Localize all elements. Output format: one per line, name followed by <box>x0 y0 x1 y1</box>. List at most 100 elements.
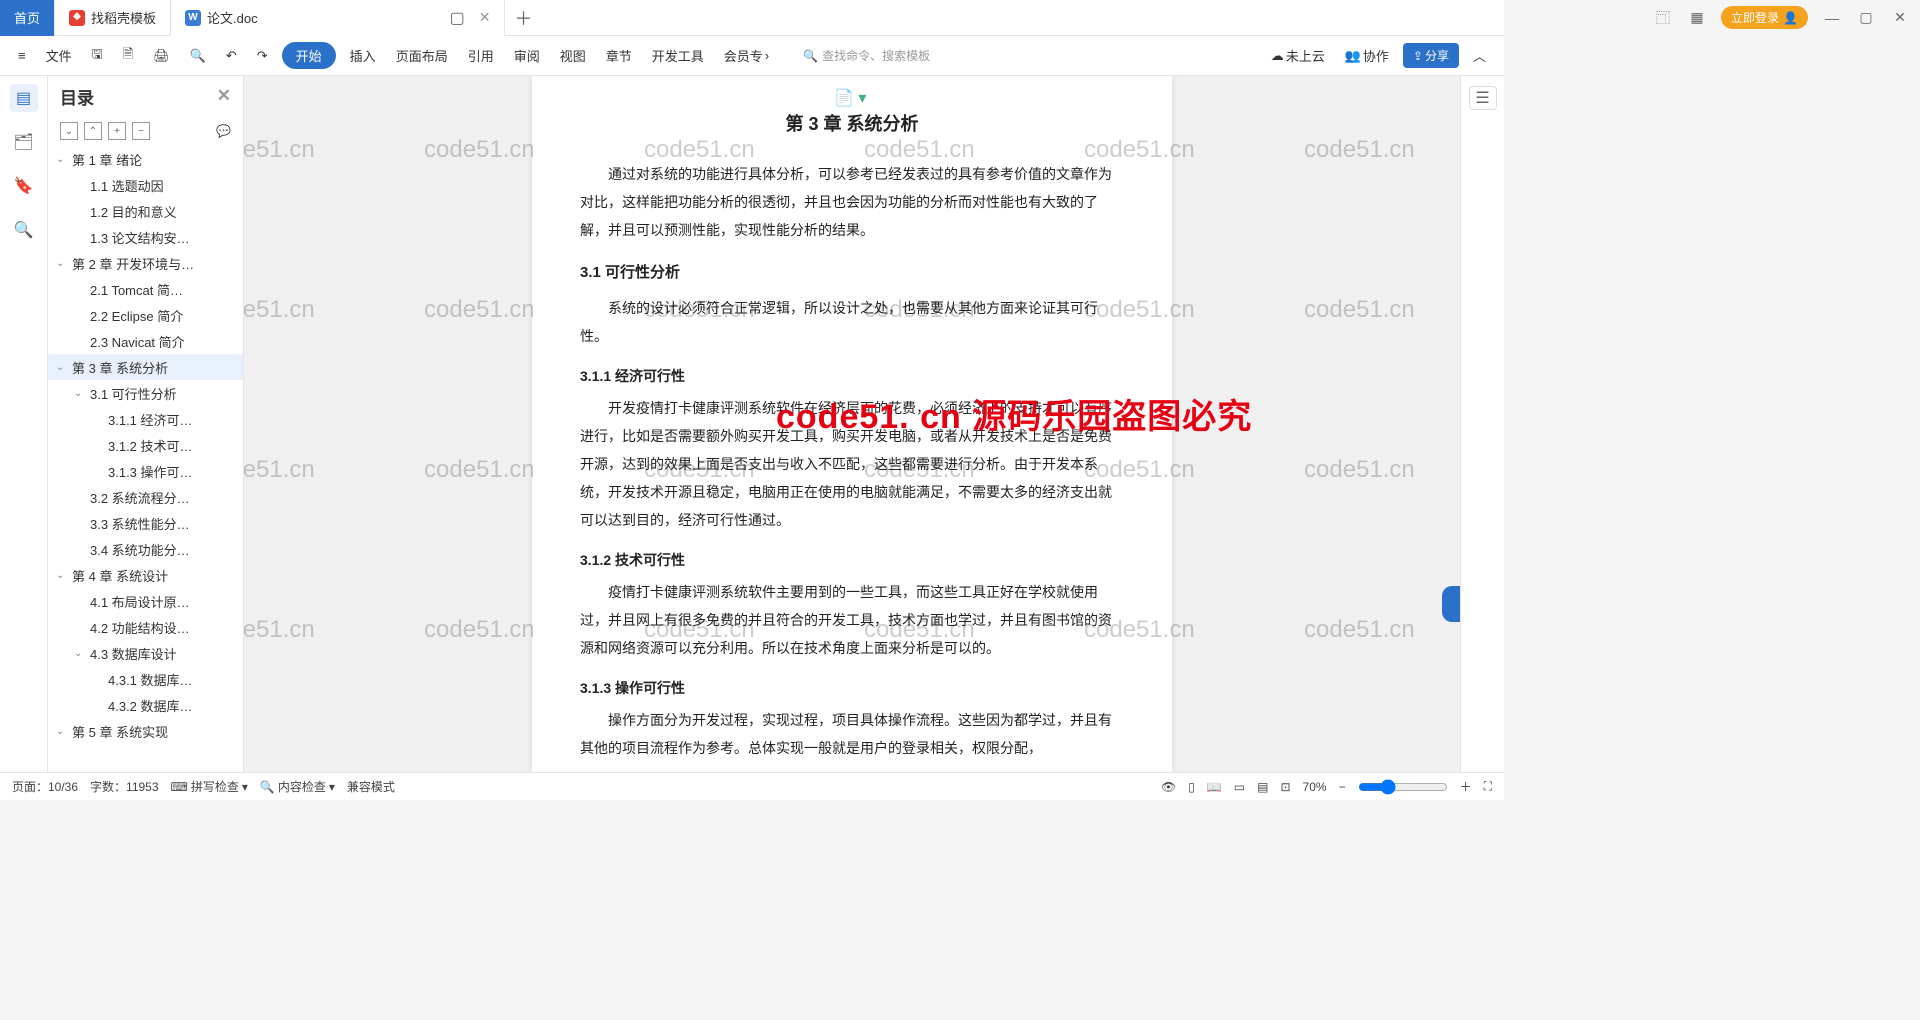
page-indicator[interactable]: 页面：10/36 <box>12 778 78 795</box>
outline-item[interactable]: 4.1 布局设计原… <box>48 588 243 614</box>
preview-icon[interactable]: 🔍 <box>184 44 212 68</box>
outline-item[interactable]: ⌄第 5 章 系统实现 <box>48 718 243 744</box>
zoom-slider[interactable] <box>1358 779 1448 795</box>
view-eye-icon[interactable]: 👁 <box>1161 780 1176 794</box>
outline-item[interactable]: 3.1.2 技术可… <box>48 432 243 458</box>
tab-ref[interactable]: 引用 <box>462 42 500 69</box>
redo-icon[interactable]: ↷ <box>251 44 274 68</box>
collapse-ribbon-icon[interactable]: ︿ <box>1467 42 1492 69</box>
doc-icon: W <box>185 10 201 26</box>
page-marker-icon: 📄 ▾ <box>834 88 866 108</box>
chapter-heading: 第 3 章 系统分析 <box>580 106 1124 142</box>
outline-rail-icon[interactable]: ▤ <box>10 84 38 112</box>
expand-all-icon[interactable]: ⌃ <box>84 122 102 140</box>
fullscreen-icon[interactable]: ⛶ <box>1484 779 1492 794</box>
tab-document[interactable]: W 论文.doc ▢ ✕ <box>171 0 505 36</box>
outline-item[interactable]: 2.1 Tomcat 简… <box>48 276 243 302</box>
share-button[interactable]: ⇪ 分享 <box>1403 43 1459 68</box>
view-book-icon[interactable]: 📖 <box>1207 780 1222 794</box>
outline-item[interactable]: 2.2 Eclipse 简介 <box>48 302 243 328</box>
minimize-icon[interactable]: — <box>1822 8 1842 28</box>
tab-member[interactable]: 会员专 › <box>718 42 775 69</box>
remove-node-icon[interactable]: − <box>132 122 150 140</box>
clip-rail-icon[interactable]: 🗂 <box>10 128 38 156</box>
print-icon[interactable]: 🖨 <box>147 44 176 68</box>
outline-item[interactable]: 1.1 选题动因 <box>48 172 243 198</box>
template-icon: ❖ <box>69 10 85 26</box>
outline-item[interactable]: ⌄第 4 章 系统设计 <box>48 562 243 588</box>
login-button[interactable]: 立即登录 👤 <box>1721 6 1808 29</box>
title-bar: 首页 ❖ 找稻壳模板 W 论文.doc ▢ ✕ ＋ ⿹ ▦ 立即登录 👤 — ▢… <box>0 0 1504 36</box>
zoom-fit-icon[interactable]: ⊡ <box>1280 780 1290 794</box>
outline-panel: 目录 ✕ ⌄ ⌃ + − 💬 ⌄第 1 章 绪论1.1 选题动因1.2 目的和意… <box>48 76 244 772</box>
section-heading: 3.1 可行性分析 <box>580 258 1124 288</box>
add-node-icon[interactable]: + <box>108 122 126 140</box>
outline-item[interactable]: 1.2 目的和意义 <box>48 198 243 224</box>
close-outline-icon[interactable]: ✕ <box>217 86 231 106</box>
body-text: 系统的设计必须符合正常逻辑，所以设计之处，也需要从其他方面来论证其可行性。 <box>580 294 1124 350</box>
command-search[interactable]: 🔍 查找命令、搜索模板 <box>803 47 930 64</box>
body-text: 操作方面分为开发过程，实现过程，项目具体操作流程。这些因为都学过，并且有其他的项… <box>580 706 1124 762</box>
tab-home[interactable]: 首页 <box>0 0 55 36</box>
outline-item[interactable]: 4.2 功能结构设… <box>48 614 243 640</box>
menu-icon[interactable]: ≡ <box>12 44 32 67</box>
document-workspace[interactable]: 📄 ▾ 第 3 章 系统分析 通过对系统的功能进行具体分析，可以参考已经发表过的… <box>244 76 1460 772</box>
outline-item[interactable]: ⌄第 1 章 绪论 <box>48 146 243 172</box>
collapse-all-icon[interactable]: ⌄ <box>60 122 78 140</box>
ribbon-bar: ≡ 文件 🖫 🗎 🖨 🔍 ↶ ↷ 开始 插入 页面布局 引用 审阅 视图 章节 … <box>0 36 1504 76</box>
save-icon[interactable]: 🖫 <box>86 41 109 71</box>
file-menu[interactable]: 文件 <box>40 42 78 69</box>
compat-mode[interactable]: 兼容模式 <box>347 778 395 795</box>
outline-item[interactable]: ⌄3.1 可行性分析 <box>48 380 243 406</box>
tab-layout[interactable]: 页面布局 <box>390 42 454 69</box>
tab-insert[interactable]: 插入 <box>344 42 382 69</box>
coop-button[interactable]: 👥 协作 <box>1339 42 1395 69</box>
tab-label: 找稻壳模板 <box>91 8 156 27</box>
close-tab-icon[interactable]: ✕ <box>479 9 491 26</box>
outline-item[interactable]: 2.3 Navicat 简介 <box>48 328 243 354</box>
tab-review[interactable]: 审阅 <box>508 42 546 69</box>
apps-icon[interactable]: ▦ <box>1687 8 1707 28</box>
zoom-level[interactable]: 70% <box>1303 780 1327 794</box>
maximize-icon[interactable]: ▢ <box>1856 8 1876 28</box>
outline-item[interactable]: 1.3 论文结构安… <box>48 224 243 250</box>
bookmark-rail-icon[interactable]: 🔖 <box>10 172 38 200</box>
search-rail-icon[interactable]: 🔍 <box>10 216 38 244</box>
tab-view[interactable]: 视图 <box>554 42 592 69</box>
zoom-out-icon[interactable]: − <box>1339 780 1346 794</box>
close-window-icon[interactable]: ✕ <box>1890 8 1910 28</box>
outline-item[interactable]: 3.4 系统功能分… <box>48 536 243 562</box>
outline-item[interactable]: 3.2 系统流程分… <box>48 484 243 510</box>
content-check-button[interactable]: 🔍 内容检查 ▾ <box>260 778 335 795</box>
outline-item[interactable]: 3.3 系统性能分… <box>48 510 243 536</box>
word-count[interactable]: 字数：11953 <box>90 778 158 795</box>
side-grip[interactable] <box>1442 586 1460 622</box>
view-web-icon[interactable]: ▭ <box>1234 780 1245 794</box>
undo-icon[interactable]: ↶ <box>220 44 243 68</box>
zoom-in-icon[interactable]: ＋ <box>1460 778 1472 795</box>
outline-item[interactable]: 4.3.2 数据库… <box>48 692 243 718</box>
outline-item[interactable]: 3.1.1 经济可… <box>48 406 243 432</box>
outline-item[interactable]: 3.1.3 操作可… <box>48 458 243 484</box>
outline-item[interactable]: 4.3.1 数据库… <box>48 666 243 692</box>
view-page-icon[interactable]: ▯ <box>1188 780 1195 794</box>
tab-devtools[interactable]: 开发工具 <box>646 42 710 69</box>
outline-item[interactable]: ⌄第 3 章 系统分析 <box>48 354 243 380</box>
new-tab-button[interactable]: ＋ <box>505 5 541 31</box>
tab-template[interactable]: ❖ 找稻壳模板 <box>55 0 171 36</box>
outline-toolbar: ⌄ ⌃ + − 💬 <box>48 116 243 146</box>
tab-start[interactable]: 开始 <box>282 42 336 69</box>
right-pane-toggle-icon[interactable]: ☰ <box>1469 86 1497 110</box>
subsection-heading: 3.1.1 经济可行性 <box>580 362 1124 390</box>
spellcheck-button[interactable]: ⌨ 拼写检查 ▾ <box>171 778 248 795</box>
split-icon[interactable]: ▢ <box>450 8 465 28</box>
view-outline-icon[interactable]: ▤ <box>1257 780 1268 794</box>
outline-item[interactable]: ⌄4.3 数据库设计 <box>48 640 243 666</box>
outline-item[interactable]: ⌄第 2 章 开发环境与… <box>48 250 243 276</box>
layout-icon[interactable]: ⿹ <box>1653 8 1673 28</box>
subsection-heading: 3.1.2 技术可行性 <box>580 546 1124 574</box>
tab-chapter[interactable]: 章节 <box>600 42 638 69</box>
outline-chat-icon[interactable]: 💬 <box>216 124 231 138</box>
saveas-icon[interactable]: 🗎 <box>117 41 139 71</box>
cloud-status[interactable]: ☁ 未上云 <box>1265 42 1331 69</box>
